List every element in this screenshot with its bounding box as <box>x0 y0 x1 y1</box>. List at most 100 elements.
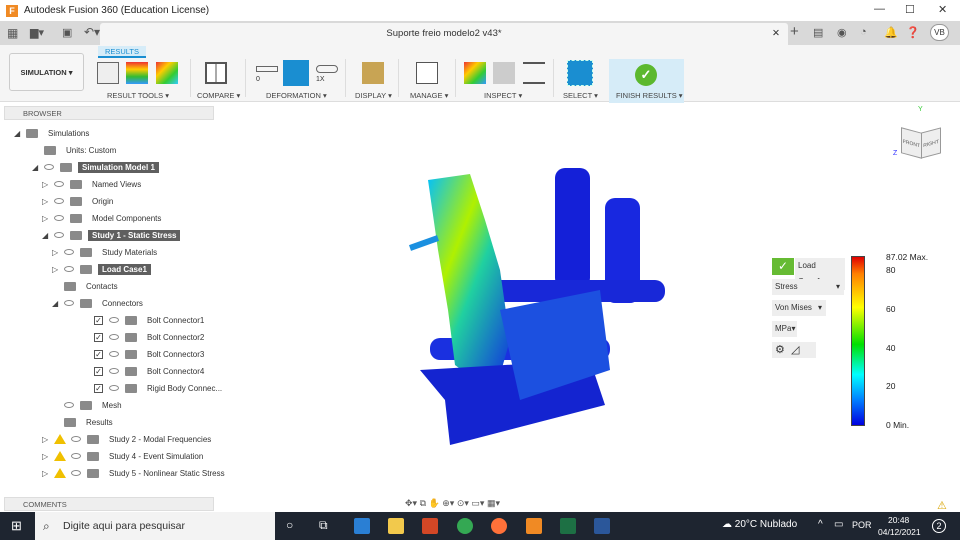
extensions-icon[interactable]: ◉ <box>837 26 847 39</box>
display-menu[interactable]: DISPLAY ▾ <box>355 91 392 101</box>
expand-toggle-icon[interactable]: ◢ <box>52 299 60 308</box>
word-icon[interactable] <box>594 518 610 534</box>
browser-item[interactable]: ✓ Bolt Connector3 <box>82 347 208 361</box>
visibility-eye-icon[interactable] <box>54 181 64 187</box>
file-menu-icon[interactable]: ▆▾ <box>30 26 44 39</box>
deformation-0-icon[interactable] <box>256 66 278 72</box>
visibility-eye-icon[interactable] <box>109 385 119 391</box>
orbit-icon[interactable]: ✥▾ <box>405 498 417 508</box>
expand-toggle-icon[interactable]: ▷ <box>52 265 60 274</box>
checkbox[interactable]: ✓ <box>94 366 103 376</box>
fit-icon[interactable]: ⊙▾ <box>457 498 469 508</box>
visibility-eye-icon[interactable] <box>109 351 119 357</box>
visibility-eye-icon[interactable] <box>71 436 81 442</box>
browser-item[interactable]: ▷ Model Components <box>42 211 165 225</box>
component-dropdown[interactable]: Von Mises ▾ <box>772 300 826 316</box>
unit-dropdown[interactable]: MPa▾ <box>772 321 797 337</box>
language-indicator[interactable]: POR <box>852 520 872 530</box>
visibility-eye-icon[interactable] <box>64 402 74 408</box>
visibility-eye-icon[interactable] <box>71 470 81 476</box>
visibility-eye-icon[interactable] <box>54 198 64 204</box>
probe-icon[interactable] <box>464 62 486 84</box>
visibility-eye-icon[interactable] <box>64 266 74 272</box>
select-menu[interactable]: SELECT ▾ <box>563 91 598 101</box>
windows-start-icon[interactable]: ⊞ <box>11 518 22 534</box>
taskbar-search[interactable]: ⌕ Digite aqui para pesquisar <box>35 512 275 540</box>
browser-item[interactable]: Units: Custom <box>32 143 120 157</box>
browser-item[interactable]: Results <box>52 415 117 429</box>
expand-toggle-icon[interactable]: ◢ <box>32 163 40 172</box>
legend-options-icon[interactable] <box>156 62 178 84</box>
workspace-switcher[interactable]: SIMULATION ▾ <box>9 53 84 91</box>
excel-icon[interactable] <box>560 518 576 534</box>
visibility-eye-icon[interactable] <box>109 368 119 374</box>
select-icon[interactable] <box>567 60 593 86</box>
visibility-eye-icon[interactable] <box>109 334 119 340</box>
expand-toggle-icon[interactable]: ▷ <box>42 452 50 461</box>
result-type-dropdown[interactable]: Stress ▾ <box>772 279 844 295</box>
grid-icon[interactable]: ▦▾ <box>487 498 500 508</box>
look-at-icon[interactable]: ⧉ <box>420 498 426 508</box>
gear-icon[interactable]: ⚙ <box>775 344 785 356</box>
save-icon[interactable]: ▣ <box>62 26 72 39</box>
browser-item[interactable]: ▷ Named Views <box>42 177 145 191</box>
file-explorer-icon[interactable] <box>388 518 404 534</box>
visibility-eye-icon[interactable] <box>44 164 54 170</box>
legend-scale-icon[interactable]: ◿ <box>791 344 799 356</box>
browser-item[interactable]: ▷ Origin <box>42 194 117 208</box>
fusion-taskbar-icon[interactable] <box>526 518 542 534</box>
mail-icon[interactable] <box>354 518 370 534</box>
visibility-eye-icon[interactable] <box>54 232 64 238</box>
expand-toggle-icon[interactable]: ◢ <box>42 231 50 240</box>
chrome-icon[interactable] <box>457 518 473 534</box>
browser-item[interactable]: Mesh <box>52 398 126 412</box>
browser-item[interactable]: ▷ Study 2 - Modal Frequencies <box>42 432 215 446</box>
manage-menu[interactable]: MANAGE ▾ <box>410 91 448 101</box>
expand-toggle-icon[interactable]: ▷ <box>52 248 60 257</box>
deformation-menu[interactable]: DEFORMATION ▾ <box>266 91 327 101</box>
cortana-icon[interactable]: ○ <box>286 518 293 532</box>
expand-toggle-icon[interactable]: ▷ <box>42 214 50 223</box>
browser-item[interactable]: ◢ Study 1 - Static Stress <box>42 228 181 242</box>
expand-toggle-icon[interactable]: ▷ <box>42 197 50 206</box>
visibility-eye-icon[interactable] <box>109 317 119 323</box>
expand-toggle-icon[interactable]: ▷ <box>42 435 50 444</box>
display-icon[interactable] <box>362 62 384 84</box>
network-icon[interactable]: ▭ <box>834 519 843 530</box>
browser-item[interactable]: ▷ Study 4 - Event Simulation <box>42 449 207 463</box>
close-tab-icon[interactable]: ✕ <box>772 23 780 45</box>
chat-icon[interactable]: ▤ <box>813 26 823 39</box>
browser-item[interactable]: ✓ Bolt Connector2 <box>82 330 208 344</box>
browser-item[interactable]: ▷ Study Materials <box>52 245 161 259</box>
document-tab[interactable]: Suporte freio modelo2 v43* ✕ <box>100 23 788 45</box>
viewcube[interactable]: FRONT RIGHT Y Z <box>893 106 944 162</box>
browser-item[interactable]: ◢ Connectors <box>52 296 147 310</box>
load-case-check-icon[interactable]: ✓ <box>772 258 794 275</box>
visibility-eye-icon[interactable] <box>71 453 81 459</box>
notifications-icon[interactable]: 🔔 <box>884 26 898 39</box>
minimize-button[interactable]: — <box>874 3 885 15</box>
browser-item[interactable]: ▷ Study 5 - Nonlinear Static Stress <box>42 466 229 480</box>
checkbox[interactable]: ✓ <box>94 349 103 359</box>
visibility-eye-icon[interactable] <box>64 300 74 306</box>
compare-icon[interactable] <box>205 62 227 84</box>
animate-icon[interactable] <box>97 62 119 84</box>
deformation-actual-icon[interactable] <box>283 60 309 86</box>
expand-toggle-icon[interactable]: ▷ <box>42 469 50 478</box>
checkbox[interactable]: ✓ <box>94 332 103 342</box>
browser-item[interactable]: ◢ Simulation Model 1 <box>32 160 159 174</box>
close-window-button[interactable]: ✕ <box>938 3 947 16</box>
viewcube-right-face[interactable]: RIGHT <box>921 127 941 159</box>
browser-item[interactable]: ✓ Rigid Body Connec... <box>82 381 226 395</box>
notification-center-icon[interactable]: 2 <box>932 519 946 533</box>
browser-item[interactable]: ◢ Simulations <box>14 126 93 140</box>
user-avatar[interactable]: VB <box>930 24 949 41</box>
deformation-1x-icon[interactable] <box>316 65 338 73</box>
clock-date[interactable]: 04/12/2021 <box>878 527 921 537</box>
visibility-eye-icon[interactable] <box>64 249 74 255</box>
expand-toggle-icon[interactable]: ▷ <box>42 180 50 189</box>
task-view-icon[interactable]: ⧉ <box>319 518 328 533</box>
point-probe-icon[interactable] <box>493 62 515 84</box>
checkbox[interactable]: ✓ <box>94 383 103 393</box>
checkbox[interactable]: ✓ <box>94 315 103 325</box>
